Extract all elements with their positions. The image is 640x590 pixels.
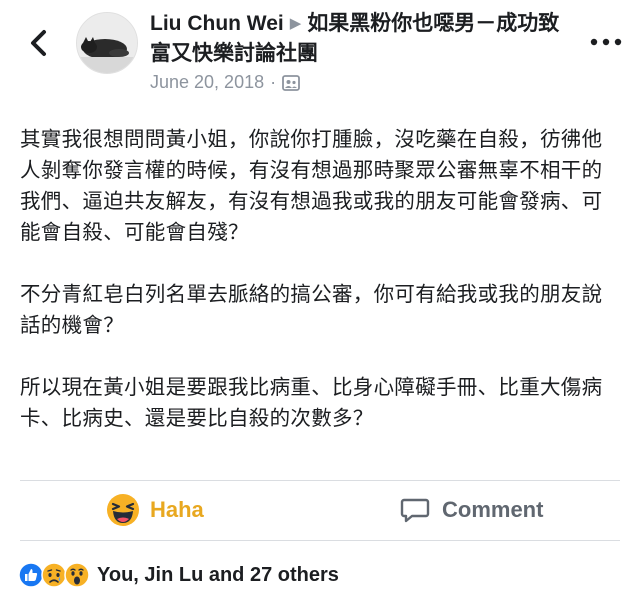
post-actions: Haha Comment (0, 484, 640, 538)
post-paragraph: 不分青紅皂白列名單去脈絡的搞公審，你可有給我或我的朋友說話的機會？ (20, 282, 603, 337)
triangle-arrow-icon: ▶ (289, 15, 302, 32)
back-arrow-icon[interactable] (22, 26, 56, 60)
reaction-summary: You, Jin Lu and 27 others (18, 560, 339, 590)
reaction-summary-text[interactable]: You, Jin Lu and 27 others (97, 564, 339, 587)
avatar-cat-image (77, 13, 137, 73)
comment-button[interactable]: Comment (400, 490, 543, 530)
post-meta: June 20, 2018 · (150, 72, 301, 93)
haha-label: Haha (150, 497, 204, 522)
comment-label: Comment (442, 497, 544, 522)
post-date[interactable]: June 20, 2018 (150, 72, 264, 93)
reaction-icons[interactable] (18, 562, 90, 588)
post-body: 其實我很想問問黃小姐，你說你打腫臉，沒吃藥在自殺，彷彿他人剝奪你發言權的時候，有… (20, 124, 620, 465)
post-paragraph: 所以現在黃小姐是要跟我比病重、比身心障礙手冊、比重大傷病卡、比病史、還是要比自殺… (20, 375, 603, 430)
wow-icon (64, 562, 90, 588)
avatar[interactable] (76, 12, 138, 74)
haha-emoji-icon (107, 494, 139, 526)
post-title: Liu Chun Wei ▶ 如果黑粉你也噁男－成功致富又快樂討論社團 (150, 10, 570, 68)
comment-bubble-icon (400, 498, 430, 523)
author-name[interactable]: Liu Chun Wei (150, 12, 284, 35)
post-header: Liu Chun Wei ▶ 如果黑粉你也噁男－成功致富又快樂討論社團 June 2… (0, 0, 640, 104)
post-paragraph: 其實我很想問問黃小姐，你說你打腫臉，沒吃藥在自殺，彷彿他人剝奪你發言權的時候，有… (20, 127, 603, 244)
group-audience-icon (282, 74, 301, 91)
divider (20, 540, 620, 541)
more-options-icon[interactable] (586, 30, 626, 54)
haha-reaction-button[interactable]: Haha (106, 490, 204, 530)
meta-separator: · (270, 72, 277, 92)
divider (20, 480, 620, 481)
